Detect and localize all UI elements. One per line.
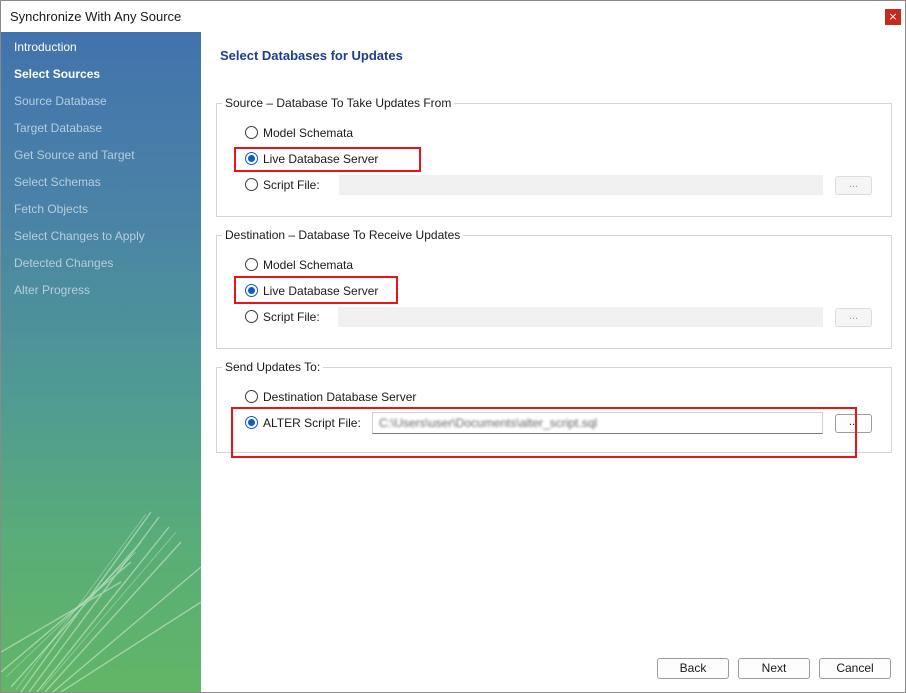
source-script-file-label[interactable]: Script File: [263,178,320,192]
sidebar-item-introduction[interactable]: Introduction [14,40,77,54]
send-updates-group: Send Updates To: Destination Database Se… [216,360,892,453]
source-script-file-radio[interactable] [245,178,258,191]
window-title: Synchronize With Any Source [10,9,182,24]
destination-server-label[interactable]: Destination Database Server [263,390,416,404]
destination-browse-button[interactable]: ... [835,308,872,327]
page-title: Select Databases for Updates [220,48,403,63]
sidebar-decoration [1,511,201,692]
destination-model-schemata-radio[interactable] [245,258,258,271]
source-live-server-label[interactable]: Live Database Server [263,152,378,166]
alter-script-path-field[interactable] [372,412,823,434]
cancel-button[interactable]: Cancel [819,658,891,679]
alter-script-file-label[interactable]: ALTER Script File: [263,416,361,430]
destination-group: Destination – Database To Receive Update… [216,228,892,349]
title-bar: Synchronize With Any Source × [1,1,905,32]
next-button[interactable]: Next [738,658,810,679]
close-icon: × [888,10,898,23]
destination-model-schemata-label[interactable]: Model Schemata [263,258,353,272]
sidebar-item-select-sources[interactable]: Select Sources [14,67,100,81]
alter-script-browse-button[interactable]: ... [835,414,872,433]
destination-server-radio[interactable] [245,390,258,403]
source-group-legend: Source – Database To Take Updates From [222,96,455,110]
alter-script-file-radio[interactable] [245,416,258,429]
sidebar-item-select-changes: Select Changes to Apply [14,229,145,243]
sidebar-item-detected-changes: Detected Changes [14,256,114,270]
close-button[interactable]: × [885,9,901,25]
source-model-schemata-label[interactable]: Model Schemata [263,126,353,140]
back-button[interactable]: Back [657,658,729,679]
wizard-content: Select Databases for Updates Source – Da… [201,32,905,692]
source-live-server-radio[interactable] [245,152,258,165]
source-model-schemata-radio[interactable] [245,126,258,139]
sidebar-item-source-database: Source Database [14,94,107,108]
wizard-sidebar: Introduction Select Sources Source Datab… [1,32,201,692]
source-browse-button[interactable]: ... [835,176,872,195]
sidebar-item-fetch-objects: Fetch Objects [14,202,89,216]
destination-group-legend: Destination – Database To Receive Update… [222,228,464,242]
wizard-window: Synchronize With Any Source × Introducti… [0,0,906,693]
destination-script-path-input[interactable] [338,307,823,327]
destination-live-server-radio[interactable] [245,284,258,297]
sidebar-item-target-database: Target Database [14,121,103,135]
sidebar-item-get-source-target: Get Source and Target [14,148,135,162]
sidebar-item-alter-progress: Alter Progress [14,283,91,297]
send-updates-group-legend: Send Updates To: [222,360,324,374]
sidebar-item-select-schemas: Select Schemas [14,175,101,189]
source-script-path-input[interactable] [339,175,823,195]
destination-live-server-label[interactable]: Live Database Server [263,284,378,298]
destination-script-file-label[interactable]: Script File: [263,310,320,324]
source-group: Source – Database To Take Updates From M… [216,96,892,217]
alter-script-path-input[interactable] [373,413,822,433]
destination-script-file-radio[interactable] [245,310,258,323]
